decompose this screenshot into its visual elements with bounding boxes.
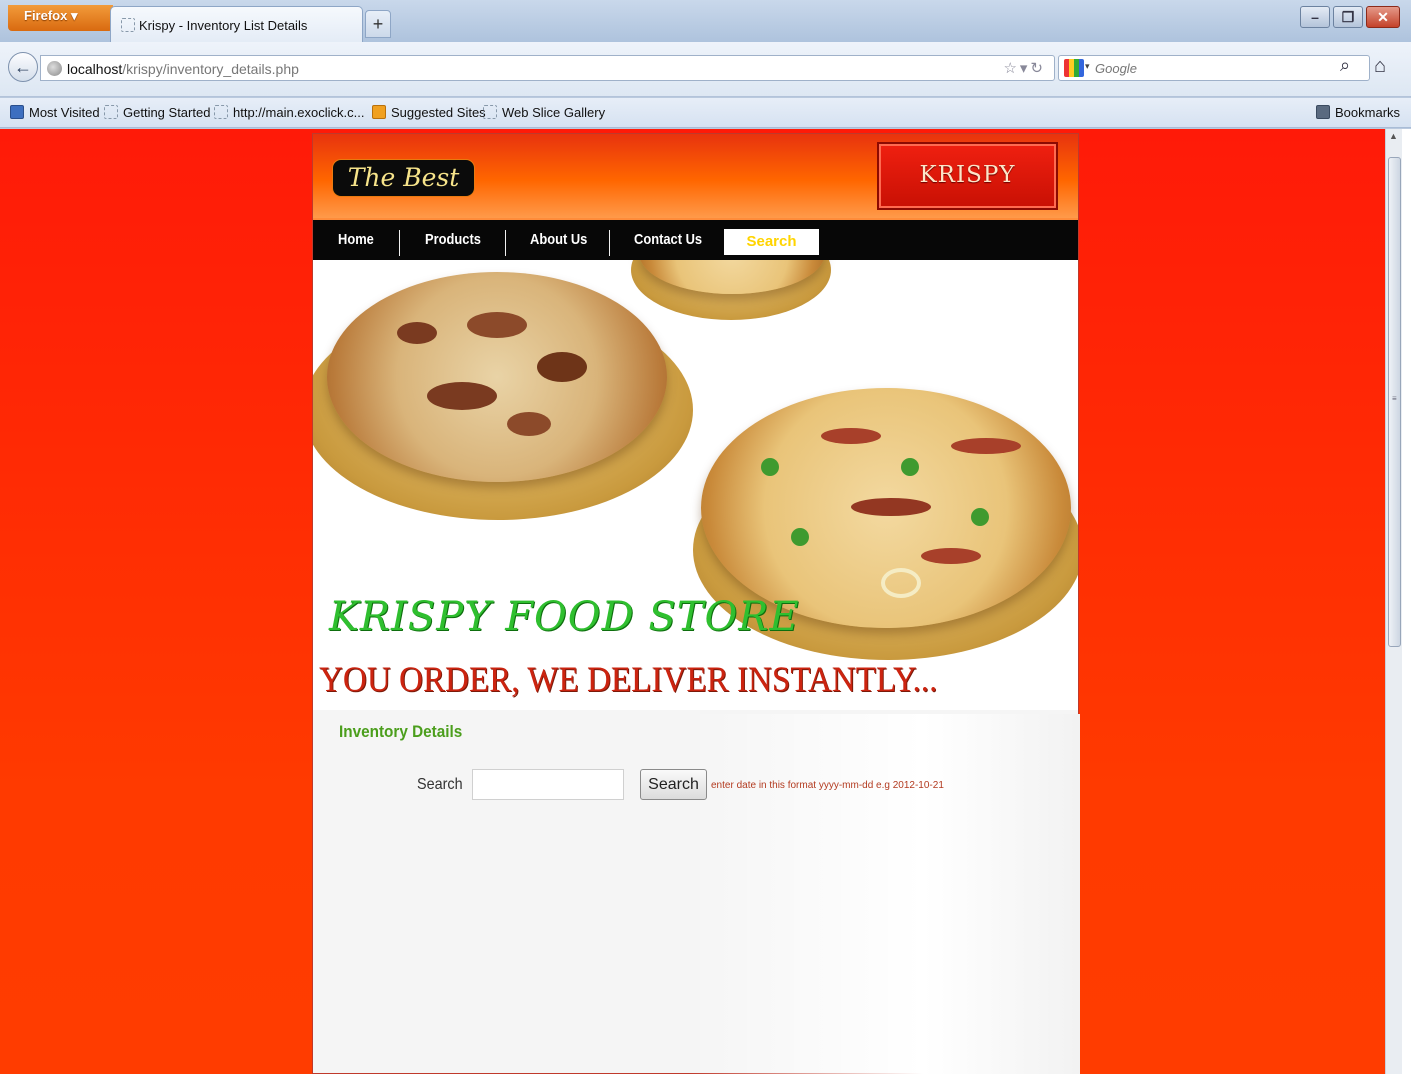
close-window-button[interactable]: ✕ (1366, 6, 1400, 28)
pizza-image (701, 388, 1071, 628)
date-format-hint: enter date in this format yyyy-mm-dd e.g… (711, 780, 944, 791)
pizza-image (327, 272, 667, 482)
main-menu: Home Products About Us Contact Us Search (313, 218, 1078, 260)
bookmarks-toolbar: Most Visited Getting Started http://main… (0, 98, 1411, 128)
bookmark-web-slice-gallery[interactable]: Web Slice Gallery (483, 105, 605, 120)
bookmark-getting-started[interactable]: Getting Started (104, 105, 210, 120)
page-icon (121, 18, 135, 32)
tagline-badge: The Best (332, 159, 475, 197)
topping-shape (507, 412, 551, 436)
menu-item-products[interactable]: Products (425, 231, 481, 248)
bookmarks-menu-button[interactable]: Bookmarks (1316, 105, 1400, 120)
scroll-up-arrow-icon[interactable]: ▲ (1389, 131, 1398, 141)
topping-shape (921, 548, 981, 564)
grip-icon: ≡ (1392, 394, 1397, 403)
minimize-button[interactable]: – (1300, 6, 1330, 28)
page-title: Inventory Details (339, 722, 463, 741)
restore-button[interactable]: ❐ (1333, 6, 1363, 28)
topping-shape (851, 498, 931, 516)
menu-divider (609, 230, 610, 256)
menu-divider (505, 230, 506, 256)
suggested-sites-icon (372, 105, 386, 119)
topping-shape (467, 312, 527, 338)
menu-item-about-us[interactable]: About Us (530, 231, 587, 248)
search-button[interactable]: Search (640, 769, 707, 800)
topping-shape (427, 382, 497, 410)
topping-shape (951, 438, 1021, 454)
page-icon (104, 105, 118, 119)
site-container: The Best KRISPY FOOD Home Products About… (312, 133, 1080, 1074)
address-bar[interactable]: localhost/krispy/inventory_details.php ☆… (40, 55, 1055, 81)
scrollbar-thumb[interactable]: ≡ (1388, 157, 1401, 647)
hero-banner: KRISPY FOOD STORE YOU ORDER, WE DELIVER … (313, 260, 1078, 710)
search-engine-icon[interactable] (1064, 59, 1084, 77)
window-titlebar: Firefox ▾ Krispy - Inventory List Detail… (0, 0, 1411, 42)
home-icon[interactable]: ⌂ (1374, 55, 1386, 78)
web-search-input[interactable]: ▾ Google (1058, 55, 1370, 81)
search-engine-dropdown-icon[interactable]: ▾ (1085, 61, 1090, 72)
banner-slogan: YOU ORDER, WE DELIVER INSTANTLY... (319, 659, 938, 699)
bookmark-most-visited[interactable]: Most Visited (10, 105, 100, 120)
reload-icon[interactable]: ↻ (1030, 60, 1046, 77)
menu-item-contact-us[interactable]: Contact Us (634, 231, 702, 248)
url-path: /krispy/inventory_details.php (122, 61, 299, 77)
date-search-input[interactable] (472, 769, 624, 800)
search-label: Search (417, 776, 463, 793)
site-logo[interactable]: KRISPY FOOD (877, 142, 1058, 250)
browser-tab-active[interactable]: Krispy - Inventory List Details (110, 6, 363, 42)
star-bookmark-icon[interactable]: ☆ (1003, 60, 1019, 77)
firefox-menu-label: Firefox (24, 8, 68, 23)
topping-shape (971, 508, 989, 526)
url-actions: ☆▾↻ (1003, 59, 1046, 77)
back-arrow-icon: ← (14, 57, 32, 77)
topping-shape (881, 568, 921, 598)
page-viewport: The Best KRISPY FOOD Home Products About… (0, 129, 1411, 1074)
menu-item-search[interactable]: Search (724, 229, 819, 255)
bookmark-label: Web Slice Gallery (502, 105, 606, 120)
bookmark-exoclick[interactable]: http://main.exoclick.c... (214, 105, 365, 120)
history-dropdown-icon[interactable]: ▾ (1020, 60, 1031, 77)
back-button[interactable]: ← (8, 52, 38, 82)
url-host: localhost (67, 61, 123, 77)
topping-shape (821, 428, 881, 444)
search-icon[interactable]: ⌕ (1340, 55, 1350, 76)
content-shading (688, 714, 1080, 1074)
site-header: The Best KRISPY FOOD (313, 134, 1078, 250)
window-edge (1402, 129, 1411, 1074)
topping-shape (761, 458, 779, 476)
dropdown-arrow-icon: ▾ (70, 8, 78, 23)
bookmarks-icon (1316, 105, 1330, 119)
bookmark-suggested-sites[interactable]: Suggested Sites (372, 105, 486, 120)
bookmark-label: Getting Started (123, 105, 211, 120)
topping-shape (901, 458, 919, 476)
firefox-menu-button[interactable]: Firefox ▾ (8, 5, 113, 31)
topping-shape (537, 352, 587, 382)
site-identity-icon[interactable] (47, 61, 62, 76)
bookmark-label: Most Visited (29, 105, 100, 120)
menu-item-home[interactable]: Home (338, 231, 374, 248)
bookmarks-menu-label: Bookmarks (1335, 105, 1401, 120)
page-icon (214, 105, 228, 119)
bookmark-label: Suggested Sites (391, 105, 486, 120)
topping-shape (791, 528, 809, 546)
topping-shape (397, 322, 437, 344)
tab-title: Krispy - Inventory List Details (139, 18, 308, 33)
new-tab-button[interactable]: + (365, 10, 391, 38)
search-placeholder: Google (1095, 61, 1137, 76)
page-icon (483, 105, 497, 119)
banner-title: KRISPY FOOD STORE (329, 594, 800, 640)
bookmark-label: http://main.exoclick.c... (233, 105, 365, 120)
navigation-toolbar: ← localhost/krispy/inventory_details.php… (0, 42, 1411, 97)
vertical-scrollbar[interactable]: ▲ ≡ (1385, 129, 1402, 1074)
menu-divider (399, 230, 400, 256)
bookmark-icon (10, 105, 24, 119)
